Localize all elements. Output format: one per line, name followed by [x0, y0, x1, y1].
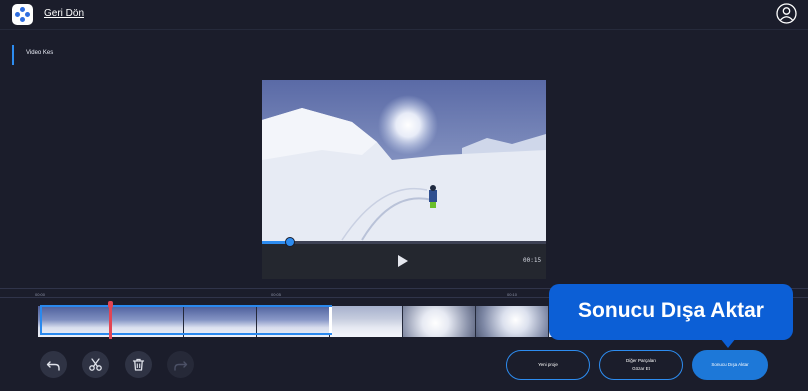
section-title: Video Kes [26, 50, 54, 56]
top-bar: Geri Dön [0, 0, 808, 30]
ignore-label-line2: Gözar Et [632, 366, 650, 371]
cut-button[interactable] [82, 351, 109, 378]
ignore-label-line1: Diğer Parçaları [625, 358, 656, 363]
progress-knob[interactable] [285, 237, 296, 247]
video-player: 00:15 [262, 80, 546, 279]
tick-label: 00:05 [271, 292, 282, 297]
thumbnail-frame [257, 306, 330, 337]
undo-button[interactable] [40, 351, 67, 378]
video-preview-image [262, 80, 546, 241]
user-account-icon[interactable] [776, 3, 797, 24]
progress-track[interactable] [262, 237, 546, 247]
thumbnail-frame [38, 306, 111, 337]
export-label: Sonucu Dışa Aktar [711, 362, 749, 367]
tick-label: 00:00 [35, 292, 46, 297]
player-controls: 00:15 [262, 237, 546, 279]
play-icon[interactable] [398, 255, 408, 267]
tick-label: 00:10 [507, 292, 518, 297]
delete-button[interactable] [125, 351, 152, 378]
trash-icon [132, 358, 145, 371]
thumbnail-frame [330, 306, 403, 337]
thumbnail-frame [476, 306, 549, 337]
redo-button[interactable] [167, 351, 194, 378]
scissors-icon [89, 358, 102, 371]
back-link[interactable]: Geri Dön [44, 8, 84, 19]
ignore-other-parts-button[interactable]: Diğer Parçaları Gözar Et [599, 350, 683, 380]
app-logo-icon[interactable] [12, 4, 33, 25]
thumbnail-frame [111, 306, 184, 337]
trim-handle[interactable] [329, 307, 332, 333]
export-tooltip: Sonucu Dışa Aktar [549, 284, 793, 340]
undo-icon [46, 361, 60, 371]
thumbnail-frame [184, 306, 257, 337]
export-result-button[interactable]: Sonucu Dışa Aktar [692, 350, 768, 380]
thumbnail-frame [403, 306, 476, 337]
playhead[interactable] [109, 303, 112, 339]
redo-icon [174, 361, 188, 371]
tooltip-text: Sonucu Dışa Aktar [578, 299, 764, 322]
time-display: 00:15 [523, 257, 542, 264]
tooltip-arrow [720, 338, 736, 348]
new-project-label: Yeni proje [538, 362, 558, 367]
new-project-button[interactable]: Yeni proje [506, 350, 590, 380]
video-frame[interactable] [262, 80, 546, 241]
section-marker [12, 45, 14, 65]
